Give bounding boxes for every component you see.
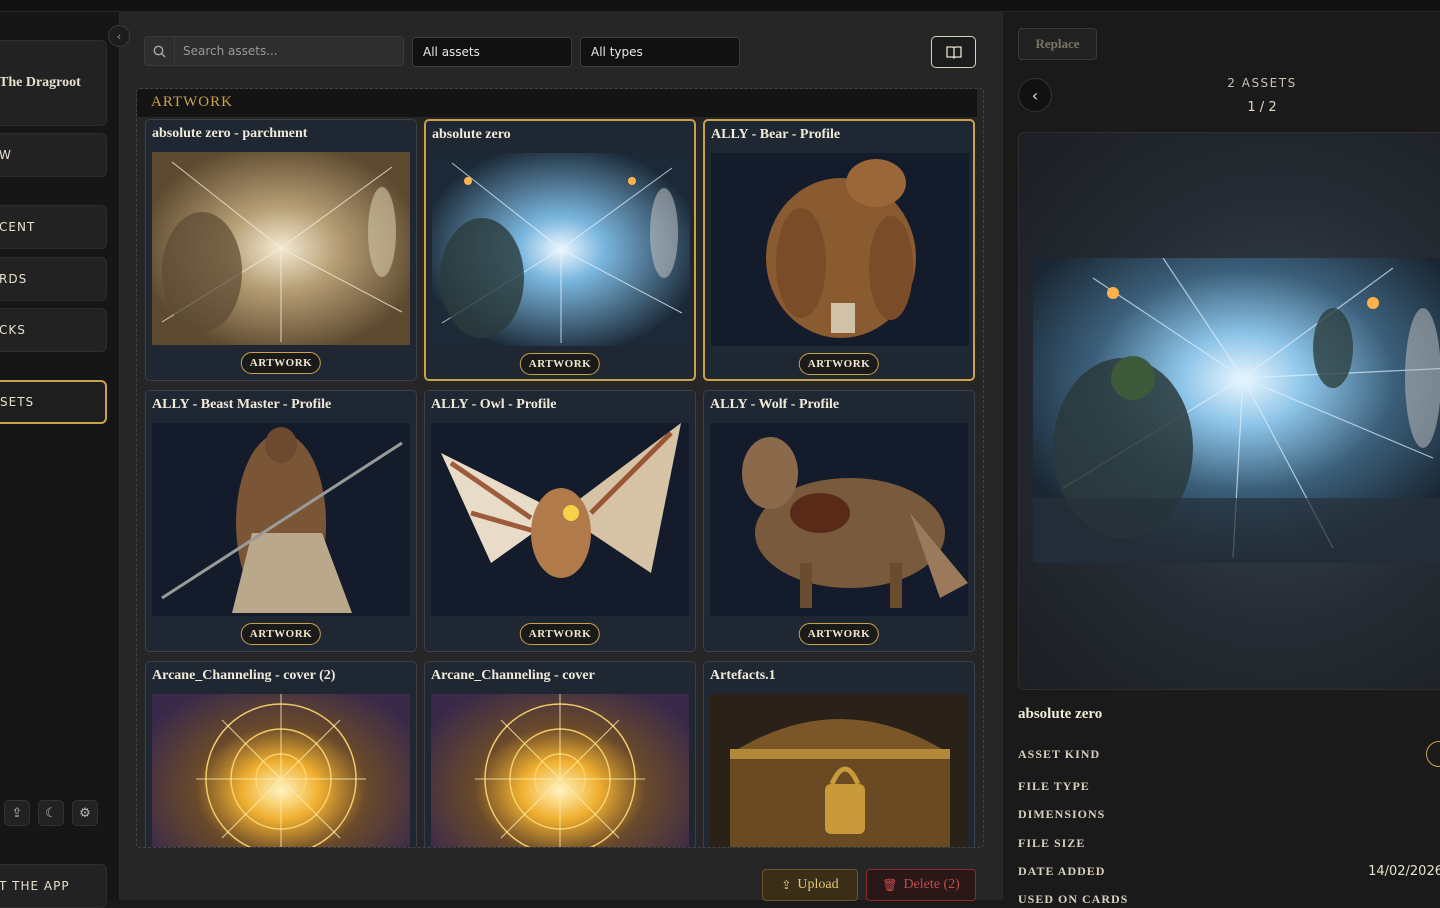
asset-card[interactable]: ALLY - Bear - Profile ARTWORK	[703, 119, 975, 381]
asset-filter-select[interactable]: All assets	[412, 37, 572, 67]
asset-thumbnail	[431, 694, 689, 847]
meta-row: FILE SIZE	[1018, 836, 1438, 851]
sidebar-item-decks[interactable]: CKS	[0, 308, 107, 352]
asset-card-title: absolute zero	[432, 127, 511, 142]
chevron-left-icon: ‹	[1031, 85, 1039, 105]
asset-card[interactable]: ALLY - Beast Master - Profile ARTWORK	[145, 390, 417, 652]
meta-row: ASSET KIND	[1018, 741, 1440, 767]
asset-kind-badge: ARTWORK	[798, 623, 880, 645]
sidebar: The Dragroot W CENT RDS CKS SETS ⇪ ☾ ⚙ T…	[0, 12, 120, 908]
meta-label: FILE TYPE	[1018, 779, 1090, 793]
asset-thumbnail	[152, 423, 410, 616]
previous-asset-button[interactable]: ‹	[1018, 78, 1052, 112]
sidebar-item-cards[interactable]: RDS	[0, 257, 107, 301]
search-input[interactable]	[175, 44, 395, 58]
asset-card[interactable]: absolute zero - parchment ARTWORK	[145, 119, 417, 381]
sidebar-project-title[interactable]: The Dragroot	[0, 40, 107, 126]
asset-card[interactable]: Arcane_Channeling - cover (2)	[145, 661, 417, 847]
asset-thumbnail	[710, 423, 968, 616]
asset-thumbnail	[710, 694, 968, 847]
view-toggle-button[interactable]	[931, 36, 976, 68]
asset-card-title: Artefacts.1	[710, 668, 776, 683]
asset-thumbnail	[711, 153, 969, 346]
meta-label: DATE ADDED	[1018, 864, 1106, 878]
book-icon	[945, 46, 962, 59]
asset-thumbnail	[431, 423, 689, 616]
search-icon	[145, 37, 175, 65]
asset-card[interactable]: Artefacts.1	[703, 661, 975, 847]
section-heading: ARTWORK	[137, 89, 977, 117]
preview-image	[1033, 258, 1440, 563]
asset-card-title: Arcane_Channeling - cover (2)	[152, 668, 336, 683]
search-bar	[144, 36, 404, 66]
top-bar	[0, 0, 1440, 12]
selection-count: 2 ASSETS	[1227, 76, 1297, 90]
asset-detail-panel: Replace ‹ 2 ASSETS 1 / 2 absolute zero A…	[1002, 12, 1440, 906]
asset-preview	[1018, 132, 1440, 690]
upload-icon: ⇪	[781, 878, 792, 892]
upload-button[interactable]: ⇪ Upload	[762, 869, 858, 901]
asset-library: All assets All types ARTWORK absolute ze…	[120, 12, 1002, 901]
artwork-section: ARTWORK absolute zero - parchment ARTWORK…	[136, 88, 984, 848]
asset-card-title: Arcane_Channeling - cover	[431, 668, 595, 683]
delete-button[interactable]: 🗑 Delete (2)	[866, 869, 976, 901]
meta-label: USED ON CARDS	[1018, 892, 1129, 906]
asset-kind-badge: ARTWORK	[240, 352, 322, 374]
collapse-sidebar-button[interactable]: ‹	[108, 25, 130, 47]
upload-icon[interactable]: ⇪	[4, 800, 30, 826]
sidebar-item-overview[interactable]: W	[0, 133, 107, 177]
gear-icon[interactable]: ⚙	[72, 800, 98, 826]
sidebar-item-recent[interactable]: CENT	[0, 205, 107, 249]
sidebar-item-about-app[interactable]: T THE APP	[0, 864, 107, 908]
asset-card-title: ALLY - Wolf - Profile	[710, 397, 840, 412]
sidebar-item-assets[interactable]: SETS	[0, 380, 107, 424]
asset-thumbnail	[152, 694, 410, 847]
asset-card-title: ALLY - Owl - Profile	[431, 397, 557, 412]
selection-pager: 1 / 2	[1247, 100, 1277, 115]
asset-kind-badge: ARTWORK	[240, 623, 322, 645]
type-filter-select[interactable]: All types	[580, 37, 740, 67]
meta-row: DATE ADDED 14/02/2026	[1018, 864, 1440, 879]
meta-row: DIMENSIONS	[1018, 807, 1438, 822]
asset-kind-badge: ARTWORK	[519, 623, 601, 645]
asset-card-title: ALLY - Beast Master - Profile	[152, 397, 332, 412]
asset-card-title: ALLY - Bear - Profile	[711, 127, 841, 142]
asset-card[interactable]: ALLY - Owl - Profile ARTWORK	[424, 390, 696, 652]
asset-name: absolute zero	[1018, 706, 1103, 722]
meta-value: 14/02/2026	[1368, 864, 1440, 879]
meta-label: ASSET KIND	[1018, 747, 1101, 761]
asset-kind-badge: ARTWORK	[798, 353, 880, 375]
asset-card-title: absolute zero - parchment	[152, 126, 308, 141]
asset-kind-badge: ARTWORK	[519, 353, 601, 375]
sidebar-toolbar: ⇪ ☾ ⚙	[4, 800, 98, 826]
asset-card[interactable]: Arcane_Channeling - cover	[424, 661, 696, 847]
asset-card[interactable]: absolute zero ARTWORK	[424, 119, 696, 381]
trash-icon: 🗑	[882, 878, 898, 892]
asset-kind-badge	[1426, 741, 1440, 767]
replace-button[interactable]: Replace	[1018, 28, 1097, 60]
asset-thumbnail	[432, 153, 690, 346]
asset-card[interactable]: ALLY - Wolf - Profile ARTWORK	[703, 390, 975, 652]
chevron-left-icon: ‹	[116, 29, 122, 43]
meta-label: DIMENSIONS	[1018, 807, 1106, 821]
meta-label: FILE SIZE	[1018, 836, 1086, 850]
asset-thumbnail	[152, 152, 410, 345]
moon-icon[interactable]: ☾	[38, 800, 64, 826]
meta-row: FILE TYPEi	[1018, 779, 1440, 794]
